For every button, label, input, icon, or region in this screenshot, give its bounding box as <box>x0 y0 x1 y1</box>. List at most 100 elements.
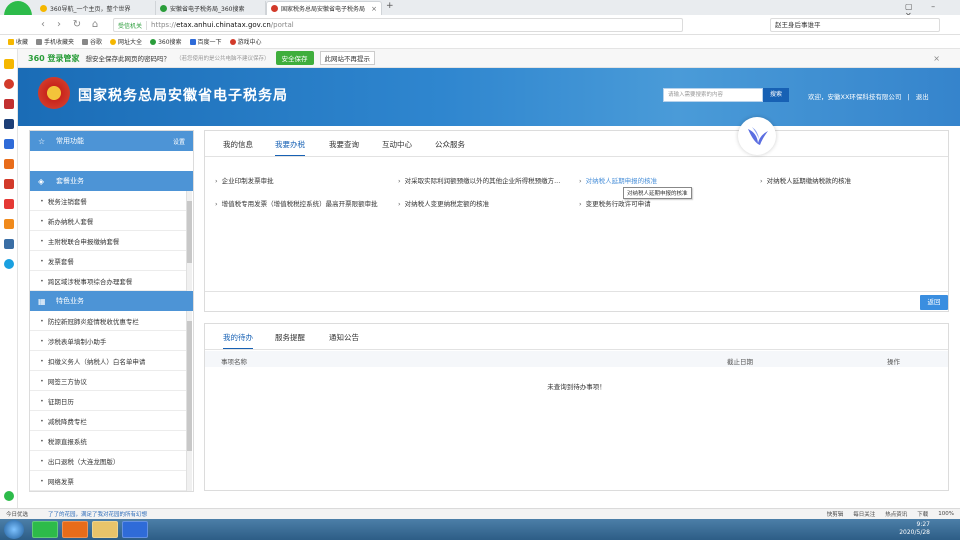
list-item[interactable]: 网络发票 <box>30 471 186 491</box>
mail-icon[interactable] <box>4 199 14 209</box>
password-save-bar: 360 登录管家 想安全保存此网页的密码吗？ （若您使用的是公共电脑不建议保存）… <box>18 49 960 68</box>
bookmark-item[interactable]: 游戏中心 <box>229 37 262 46</box>
back-icon[interactable]: ‹ <box>36 18 50 32</box>
start-button-icon[interactable] <box>4 520 24 539</box>
new-tab-button[interactable]: + <box>386 1 394 11</box>
paw-icon <box>189 38 196 45</box>
taskbar-360-icon[interactable] <box>32 521 58 538</box>
list-item[interactable]: 新办纳税人套餐 <box>30 211 186 231</box>
list-item[interactable]: 涉税表单填制小助手 <box>30 331 186 351</box>
list-item[interactable]: 防控新冠肺炎疫情税收优惠专栏 <box>30 311 186 331</box>
bookmark-item[interactable]: 谷歌 <box>82 37 102 46</box>
tab-my-todo[interactable]: 我的待办 <box>223 332 253 350</box>
globe-icon <box>110 38 117 45</box>
hot-news[interactable]: 热点资讯 <box>885 510 907 518</box>
never-prompt-button[interactable]: 此网站不再提示 <box>319 51 375 65</box>
tab-360-search[interactable]: 安徽省电子税务局_360搜索 <box>156 1 266 15</box>
bookmark-item[interactable]: 360搜索 <box>150 37 182 46</box>
news-ticker[interactable]: 了了的花园，满足了我对花园的所有幻想 <box>48 510 147 518</box>
tab-handle-tax[interactable]: 我要办税 <box>275 139 305 157</box>
tab-my-info[interactable]: 我的信息 <box>223 139 253 155</box>
scrollbar-thumb[interactable] <box>187 321 192 451</box>
service-link[interactable]: 对纳税人变更纳税定额的核准 <box>398 198 490 208</box>
tab-360-nav[interactable]: 360导航_一个主页，整个世界 <box>36 1 156 15</box>
daily-focus[interactable]: 每日关注 <box>853 510 875 518</box>
column-header: 事项名称 <box>221 358 247 366</box>
tool-icon[interactable] <box>4 239 14 249</box>
tab-etax[interactable]: 国家税务总局安徽省电子税务局 × <box>266 1 382 15</box>
bookmark-item[interactable]: 百度一下 <box>189 37 222 46</box>
secure-badge[interactable]: 受信机关 <box>114 20 148 30</box>
forward-icon[interactable]: › <box>52 18 66 32</box>
list-item[interactable]: 跨区域涉税事项综合办理套餐 <box>30 271 186 291</box>
favorites-icon[interactable] <box>4 59 14 69</box>
scrollbar-thumb[interactable] <box>187 201 192 263</box>
service-link[interactable]: 增值税专用发票（增值税税控系统）最高开票限额审批 <box>215 198 378 208</box>
tab-public-service[interactable]: 公众服务 <box>435 139 465 155</box>
list-item[interactable]: 税源直报系统 <box>30 431 186 451</box>
list-item[interactable]: 扣缴义务人（纳税人）白名单申请 <box>30 351 186 371</box>
service-link[interactable]: 对纳税人延期缴纳税款的核准 <box>760 175 852 185</box>
list-item[interactable]: 网签三方协议 <box>30 371 186 391</box>
app-icon[interactable] <box>4 159 14 169</box>
service-link[interactable]: 变更税务行政许可申请 <box>579 198 651 208</box>
tab-notice[interactable]: 通知公告 <box>329 332 359 348</box>
bird-assistant-icon[interactable] <box>738 117 776 155</box>
today-picks[interactable]: 今日优选 <box>6 510 28 518</box>
tab-service-reminder[interactable]: 服务提醒 <box>275 332 305 348</box>
tab-query[interactable]: 我要查询 <box>329 139 359 155</box>
taskbar-word-icon[interactable] <box>122 521 148 538</box>
special-business-header[interactable]: ▦ 特色业务 <box>30 291 193 311</box>
browser-search-input[interactable]: 赵王身后事谁平 <box>770 18 940 32</box>
package-business-header[interactable]: ◈ 套餐业务 <box>30 171 193 191</box>
layers-icon: ◈ <box>38 176 45 186</box>
url-text: https://etax.anhui.chinatax.gov.cn/porta… <box>151 21 294 29</box>
back-button[interactable]: 返回 <box>920 295 948 310</box>
taskbar-firefox-icon[interactable] <box>62 521 88 538</box>
taskbar-folder-icon[interactable] <box>92 521 118 538</box>
assistant-icon[interactable] <box>4 491 14 501</box>
logout-link[interactable]: 退出 <box>916 93 929 101</box>
shop-icon[interactable] <box>4 219 14 229</box>
quick-clip[interactable]: 快剪辑 <box>827 510 844 518</box>
save-question: 想安全保存此网页的密码吗？ <box>85 55 170 63</box>
panel-divider <box>205 291 948 292</box>
site-search-input[interactable]: 请输入需要搜索的内容 <box>663 88 763 102</box>
list-item[interactable]: 税务注销套餐 <box>30 191 186 211</box>
downloads[interactable]: 下载 <box>917 510 928 518</box>
doc-icon[interactable] <box>4 139 14 149</box>
list-item[interactable]: 出口退税（大连龙图版） <box>30 451 186 471</box>
bookmark-item[interactable]: 收藏 <box>8 37 28 46</box>
tab-interaction[interactable]: 互动中心 <box>382 139 412 155</box>
tab-favicon-icon <box>40 4 47 12</box>
scrollbar[interactable] <box>186 311 192 491</box>
service-link[interactable]: 对采取实际利润额预缴以外的其他企业所得税预缴方... <box>398 175 561 185</box>
welcome-text: 欢迎，安徽XX环保科技有限公司 | 退出 <box>808 93 929 101</box>
site-title: 国家税务总局安徽省电子税务局 <box>78 88 288 104</box>
video-icon[interactable] <box>4 99 14 109</box>
column-header: 操作 <box>887 358 900 366</box>
tab-close-icon[interactable]: × <box>371 5 377 13</box>
zoom-level[interactable]: 100% <box>938 511 954 517</box>
scrollbar[interactable] <box>186 191 192 291</box>
windows-taskbar: 9:27 2020/5/28 <box>0 519 960 540</box>
close-icon[interactable]: × <box>933 54 940 63</box>
safe-save-button[interactable]: 安全保存 <box>275 51 314 65</box>
url-input[interactable]: 受信机关 https://etax.anhui.chinatax.gov.cn/… <box>113 18 683 32</box>
list-item[interactable]: 征期日历 <box>30 391 186 411</box>
home-icon[interactable]: ⌂ <box>88 18 102 32</box>
paypal-icon[interactable] <box>4 259 14 269</box>
weibo-icon[interactable] <box>4 79 14 89</box>
list-item[interactable]: 减税降费专栏 <box>30 411 186 431</box>
news-icon[interactable] <box>4 119 14 129</box>
service-link[interactable]: 企业印制发票审批 <box>215 175 274 185</box>
game-icon[interactable] <box>4 179 14 189</box>
refresh-icon[interactable]: ↻ <box>70 18 84 32</box>
list-item[interactable]: 主附税联合申报缴纳套餐 <box>30 231 186 251</box>
list-item[interactable]: 发票套餐 <box>30 251 186 271</box>
bookmark-item[interactable]: 网址大全 <box>110 37 142 46</box>
service-link[interactable]: 对纳税人延期申报的核准 <box>579 175 658 185</box>
site-search-button[interactable]: 搜索 <box>763 88 789 102</box>
settings-link[interactable]: 设置 <box>173 137 185 146</box>
bookmark-item[interactable]: 手机收藏夹 <box>36 37 74 46</box>
